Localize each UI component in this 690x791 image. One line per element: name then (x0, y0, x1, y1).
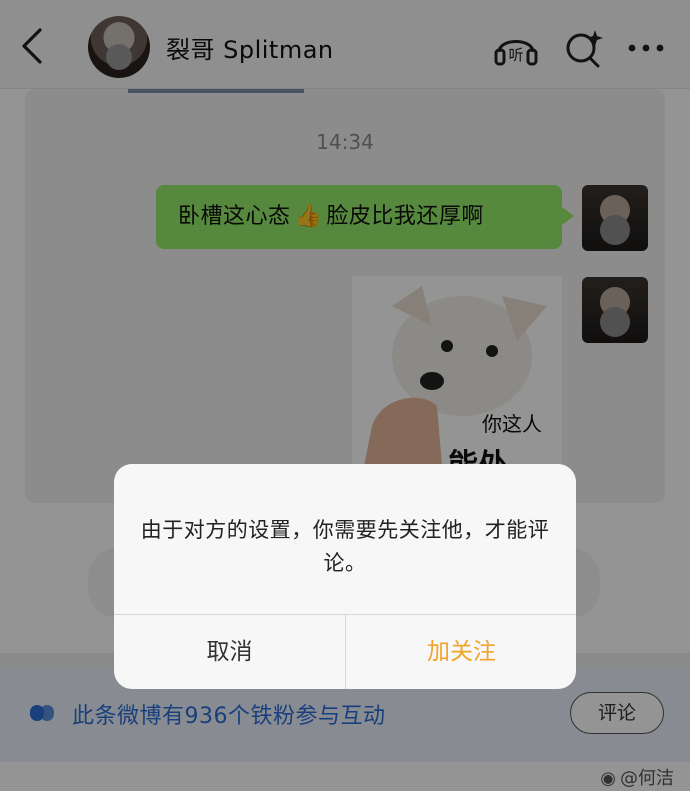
follow-button[interactable]: 加关注 (346, 615, 576, 689)
cancel-button[interactable]: 取消 (114, 615, 345, 689)
alert-dialog: 由于对方的设置，你需要先关注他，才能评论。 取消 加关注 (114, 464, 576, 689)
dialog-message: 由于对方的设置，你需要先关注他，才能评论。 (140, 518, 550, 575)
